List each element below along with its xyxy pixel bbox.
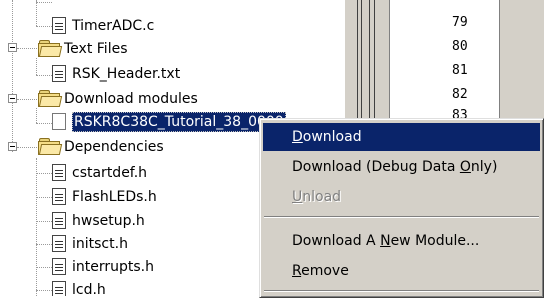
menu-mnemonic: O — [459, 159, 471, 175]
collapse-toggle[interactable] — [8, 94, 17, 103]
tree-guide — [36, 221, 52, 222]
header-file-icon — [52, 281, 66, 296]
tree-item-label: RSKR8C38C_Tutorial_38_0000 — [72, 112, 286, 132]
menu-separator — [264, 216, 539, 218]
tree-item-lcd[interactable]: lcd.h — [52, 279, 252, 296]
menu-separator — [264, 290, 539, 292]
tree-guide — [36, 267, 52, 268]
tree-guide — [36, 26, 52, 27]
text-file-icon — [52, 65, 66, 82]
header-file-icon — [52, 258, 66, 275]
menu-item-download[interactable]: Download — [263, 123, 540, 151]
menu-mnemonic: D — [292, 129, 303, 145]
tree-item-interrupts[interactable]: interrupts.h — [52, 256, 252, 278]
tree-guide — [36, 2, 52, 3]
menu-mnemonic: N — [380, 233, 391, 249]
tree-guide — [36, 244, 52, 245]
tree-guide — [36, 173, 52, 174]
tree-item-timeradc[interactable]: TimerADC.c — [52, 15, 252, 37]
menu-item-unload[interactable]: Unload — [263, 183, 540, 211]
collapse-toggle[interactable] — [8, 43, 17, 52]
tree-item-label: cstartdef.h — [72, 165, 148, 181]
tree-item-flashleds[interactable]: FlashLEDs.h — [52, 186, 252, 208]
menu-mnemonic: U — [292, 189, 303, 205]
open-folder-icon — [38, 138, 63, 155]
tree-item-label: TimerADC.c — [72, 18, 155, 34]
module-file-icon — [52, 113, 66, 130]
tree-guide — [17, 147, 37, 148]
tree-guide — [17, 99, 37, 100]
tree-folder-download-modules[interactable]: Download modules — [38, 88, 258, 110]
menu-mnemonic: R — [292, 263, 302, 279]
menu-item-download-new-module[interactable]: Download A New Module... — [263, 227, 540, 255]
tree-item-cstartdef[interactable]: cstartdef.h — [52, 162, 252, 184]
tree-item-label: FlashLEDs.h — [72, 189, 157, 205]
tree-guide — [36, 75, 52, 76]
tree-guide — [12, 0, 13, 152]
tree-guide — [36, 108, 37, 123]
tree-item-label: interrupts.h — [72, 259, 154, 275]
menu-item-remove[interactable]: Remove — [263, 257, 540, 285]
tree-item-label: Text Files — [64, 41, 128, 57]
tree-item-label: RSK_Header.txt — [72, 66, 181, 82]
open-folder-icon — [38, 90, 63, 107]
line-number: 80 — [452, 39, 468, 54]
tree-item-label: hwsetup.h — [72, 213, 145, 229]
tree-guide — [36, 197, 52, 198]
header-file-icon — [52, 235, 66, 252]
header-file-icon — [52, 164, 66, 181]
line-number: 81 — [452, 63, 468, 78]
line-number: 79 — [452, 15, 468, 30]
header-file-icon — [52, 188, 66, 205]
collapse-toggle[interactable] — [8, 142, 17, 151]
tree-item-hwsetup[interactable]: hwsetup.h — [52, 210, 252, 232]
tree-item-label: Download modules — [64, 91, 198, 107]
tree-folder-dependencies[interactable]: Dependencies — [38, 136, 258, 158]
tree-item-initsct[interactable]: initsct.h — [52, 233, 252, 255]
context-menu: Download Download (Debug Data Only) Unlo… — [259, 118, 544, 298]
tree-item-label: Dependencies — [64, 139, 164, 155]
tree-guide — [36, 123, 52, 124]
tree-guide — [36, 158, 37, 296]
source-file-icon — [52, 17, 66, 34]
line-number: 82 — [452, 87, 468, 102]
tree-guide — [36, 0, 37, 26]
menu-item-download-debug-data-only[interactable]: Download (Debug Data Only) — [263, 153, 540, 181]
header-file-icon — [52, 212, 66, 229]
tree-item-label: initsct.h — [72, 236, 128, 252]
tree-item-label: lcd.h — [72, 282, 106, 296]
tree-guide — [36, 58, 37, 75]
tree-guide — [36, 290, 52, 291]
tree-guide — [17, 48, 37, 49]
tree-item-rsk-header[interactable]: RSK_Header.txt — [52, 63, 252, 85]
tree-folder-text-files[interactable]: Text Files — [38, 38, 238, 60]
open-folder-icon — [38, 40, 63, 57]
